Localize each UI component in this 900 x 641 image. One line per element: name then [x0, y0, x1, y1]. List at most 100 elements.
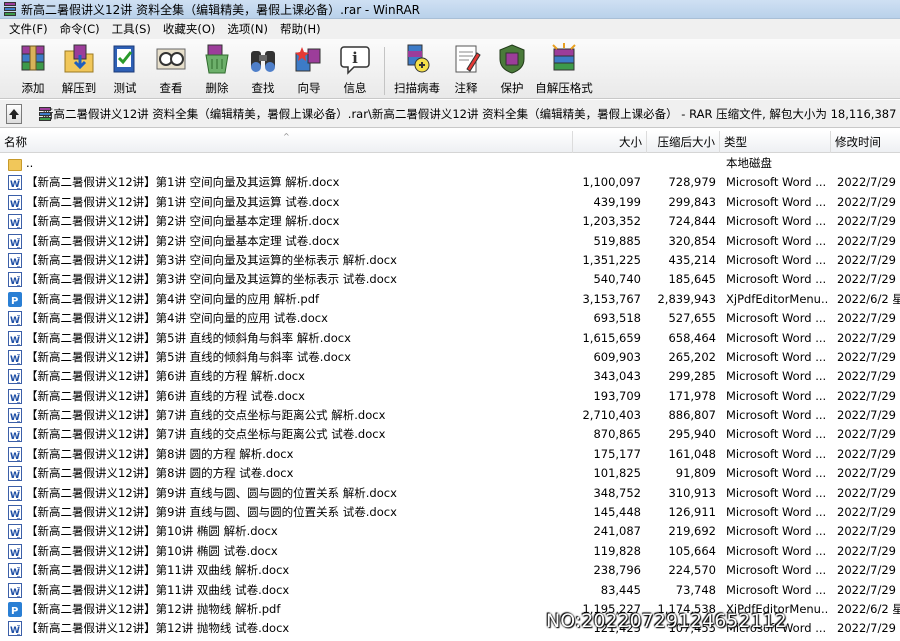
file-packed-size: 2,839,943: [657, 291, 716, 306]
file-packed-size: 299,285: [668, 369, 716, 384]
file-row[interactable]: 【新高二暑假讲义12讲】第10讲 椭圆 解析.docx 241,087 219,69…: [0, 522, 900, 544]
word-document-icon: [8, 330, 22, 351]
file-name: 【新高二暑假讲义12讲】第3讲 空间向量及其运算的坐标表示 解析.docx: [26, 252, 397, 267]
file-size: 1,615,659: [582, 330, 641, 345]
file-row[interactable]: 【新高二暑假讲义12讲】第8讲 圆的方程 解析.docx 175,177 161,0…: [0, 445, 900, 467]
parent-folder-row[interactable]: .. 本地磁盘: [0, 154, 900, 173]
file-name: 【新高二暑假讲义12讲】第6讲 直线的方程 解析.docx: [26, 369, 305, 384]
test-icon: [105, 42, 145, 76]
file-row[interactable]: 【新高二暑假讲义12讲】第10讲 椭圆 试卷.docx 119,828 105,66…: [0, 542, 900, 564]
comment-button[interactable]: 注释: [443, 42, 489, 96]
file-type: Microsoft Word ...: [726, 485, 827, 500]
file-packed-size: 435,214: [668, 252, 716, 267]
file-row[interactable]: 【新高二暑假讲义12讲】第2讲 空间向量基本定理 试卷.docx 519,885 3…: [0, 232, 900, 254]
wizard-button-label: 向导: [297, 81, 321, 95]
file-name-cell: 【新高二暑假讲义12讲】第8讲 圆的方程 解析.docx: [8, 445, 293, 467]
test-button[interactable]: 测试: [102, 42, 148, 96]
file-name: 【新高二暑假讲义12讲】第11讲 双曲线 解析.docx: [26, 563, 290, 578]
delete-button[interactable]: 删除: [194, 42, 240, 96]
file-row[interactable]: 【新高二暑假讲义12讲】第2讲 空间向量基本定理 解析.docx 1,203,35…: [0, 212, 900, 234]
file-size: 175,177: [593, 446, 641, 461]
word-document-icon: [8, 505, 22, 525]
file-modified: 2022/7/29 星: [837, 408, 900, 423]
file-row[interactable]: 【新高二暑假讲义12讲】第7讲 直线的交点坐标与距离公式 解析.docx 2,71…: [0, 406, 900, 428]
file-type: Microsoft Word ...: [726, 194, 827, 209]
winrar-icon: [3, 2, 17, 16]
add-button[interactable]: 添加: [10, 42, 56, 96]
test-button-label: 测试: [113, 81, 137, 95]
file-type: Microsoft Word ...: [726, 563, 827, 578]
file-name-cell: 【新高二暑假讲义12讲】第2讲 空间向量基本定理 试卷.docx: [8, 232, 340, 254]
menu-help[interactable]: 帮助(H): [274, 21, 327, 37]
word-document-icon: [8, 252, 22, 273]
file-name-cell: 【新高二暑假讲义12讲】第7讲 直线的交点坐标与距离公式 试卷.docx: [8, 425, 385, 447]
file-row[interactable]: 【新高二暑假讲义12讲】第3讲 空间向量及其运算的坐标表示 解析.docx 1,3…: [0, 251, 900, 273]
info-button[interactable]: i 信息: [332, 42, 378, 96]
extract-to-button[interactable]: 解压到: [56, 42, 102, 96]
file-row[interactable]: 【新高二暑假讲义12讲】第4讲 空间向量的应用 解析.pdf 3,153,767 2…: [0, 290, 900, 311]
file-row[interactable]: 【新高二暑假讲义12讲】第11讲 双曲线 试卷.docx 83,445 73,748…: [0, 581, 900, 603]
file-name-cell: 【新高二暑假讲义12讲】第8讲 圆的方程 试卷.docx: [8, 464, 293, 486]
word-document-icon: [8, 621, 22, 641]
word-document-icon: [8, 194, 22, 215]
info-button-label: 信息: [343, 81, 367, 95]
menu-file[interactable]: 文件(F): [3, 21, 54, 37]
find-icon: [243, 42, 283, 76]
view-icon: [151, 42, 191, 76]
file-type: Microsoft Word ...: [726, 466, 827, 481]
word-document-icon: [8, 563, 22, 583]
file-row[interactable]: 【新高二暑假讲义12讲】第8讲 圆的方程 试卷.docx 101,825 91,80…: [0, 464, 900, 486]
wizard-icon: [289, 42, 329, 76]
menu-favorites[interactable]: 收藏夹(O): [157, 21, 222, 37]
file-row[interactable]: 【新高二暑假讲义12讲】第6讲 直线的方程 试卷.docx 193,709 171,…: [0, 387, 900, 409]
find-button[interactable]: 查找: [240, 42, 286, 96]
file-row[interactable]: 【新高二暑假讲义12讲】第11讲 双曲线 解析.docx 238,796 224,5…: [0, 561, 900, 583]
file-name: 【新高二暑假讲义12讲】第5讲 直线的倾斜角与斜率 解析.docx: [26, 330, 351, 345]
file-row[interactable]: 【新高二暑假讲义12讲】第6讲 直线的方程 解析.docx 343,043 299,…: [0, 367, 900, 389]
virus-scan-button[interactable]: 扫描病毒: [391, 42, 443, 96]
file-name: 【新高二暑假讲义12讲】第11讲 双曲线 试卷.docx: [26, 582, 290, 597]
word-document-icon: [8, 214, 22, 234]
file-size: 193,709: [593, 388, 641, 403]
virus-scan-button-label: 扫描病毒: [394, 81, 440, 95]
column-size-header[interactable]: 大小: [573, 131, 647, 153]
file-row[interactable]: 【新高二暑假讲义12讲】第5讲 直线的倾斜角与斜率 解析.docx 1,615,6…: [0, 329, 900, 351]
word-document-icon: [8, 388, 22, 409]
file-row[interactable]: 【新高二暑假讲义12讲】第9讲 直线与圆、圆与圆的位置关系 试卷.docx 145…: [0, 503, 900, 525]
menu-tools[interactable]: 工具(S): [106, 21, 157, 37]
file-size: 348,752: [593, 485, 641, 500]
view-button[interactable]: 查看: [148, 42, 194, 96]
file-packed-size: 658,464: [668, 330, 716, 345]
file-row[interactable]: 【新高二暑假讲义12讲】第7讲 直线的交点坐标与距离公式 试卷.docx 870,…: [0, 425, 900, 447]
file-name-cell: 【新高二暑假讲义12讲】第6讲 直线的方程 试卷.docx: [8, 387, 305, 409]
wizard-button[interactable]: 向导: [286, 42, 332, 96]
file-row[interactable]: 【新高二暑假讲义12讲】第5讲 直线的倾斜角与斜率 试卷.docx 609,903…: [0, 348, 900, 370]
file-modified: 2022/7/29 星: [837, 330, 900, 345]
file-row[interactable]: 【新高二暑假讲义12讲】第1讲 空间向量及其运算 试卷.docx 439,199 2…: [0, 193, 900, 215]
file-name: 【新高二暑假讲义12讲】第5讲 直线的倾斜角与斜率 试卷.docx: [26, 349, 351, 364]
file-row[interactable]: 【新高二暑假讲义12讲】第4讲 空间向量的应用 试卷.docx 693,518 52…: [0, 309, 900, 331]
file-row[interactable]: 【新高二暑假讲义12讲】第3讲 空间向量及其运算的坐标表示 试卷.docx 540…: [0, 270, 900, 292]
file-row[interactable]: 【新高二暑假讲义12讲】第9讲 直线与圆、圆与圆的位置关系 解析.docx 348…: [0, 484, 900, 506]
file-size: 2,710,403: [582, 408, 641, 423]
protect-button[interactable]: 保护: [489, 42, 535, 96]
file-name: 【新高二暑假讲义12讲】第2讲 空间向量基本定理 解析.docx: [26, 214, 340, 229]
word-document-icon: [8, 543, 22, 564]
file-name: 【新高二暑假讲义12讲】第6讲 直线的方程 试卷.docx: [26, 388, 305, 403]
up-folder-button[interactable]: [6, 103, 22, 124]
file-size: 3,153,767: [582, 291, 641, 306]
file-name-cell: 【新高二暑假讲义12讲】第10讲 椭圆 试卷.docx: [8, 542, 278, 564]
sfx-button[interactable]: 自解压格式: [535, 42, 593, 96]
file-type: Microsoft Word ...: [726, 214, 827, 229]
menu-options[interactable]: 选项(N): [221, 21, 274, 37]
column-packed-header[interactable]: 压缩后大小: [647, 131, 720, 153]
file-modified: 2022/7/29 星: [837, 466, 900, 481]
column-modified-header[interactable]: 修改时间: [831, 131, 900, 153]
column-type-header[interactable]: 类型: [720, 131, 831, 153]
file-row[interactable]: 【新高二暑假讲义12讲】第1讲 空间向量及其运算 解析.docx 1,100,09…: [0, 173, 900, 195]
file-size: 238,796: [593, 563, 641, 578]
menu-commands[interactable]: 命令(C): [54, 21, 106, 37]
file-name: 【新高二暑假讲义12讲】第9讲 直线与圆、圆与圆的位置关系 解析.docx: [26, 485, 397, 500]
file-packed-size: 527,655: [668, 311, 716, 326]
file-name: 【新高二暑假讲义12讲】第2讲 空间向量基本定理 试卷.docx: [26, 233, 340, 248]
